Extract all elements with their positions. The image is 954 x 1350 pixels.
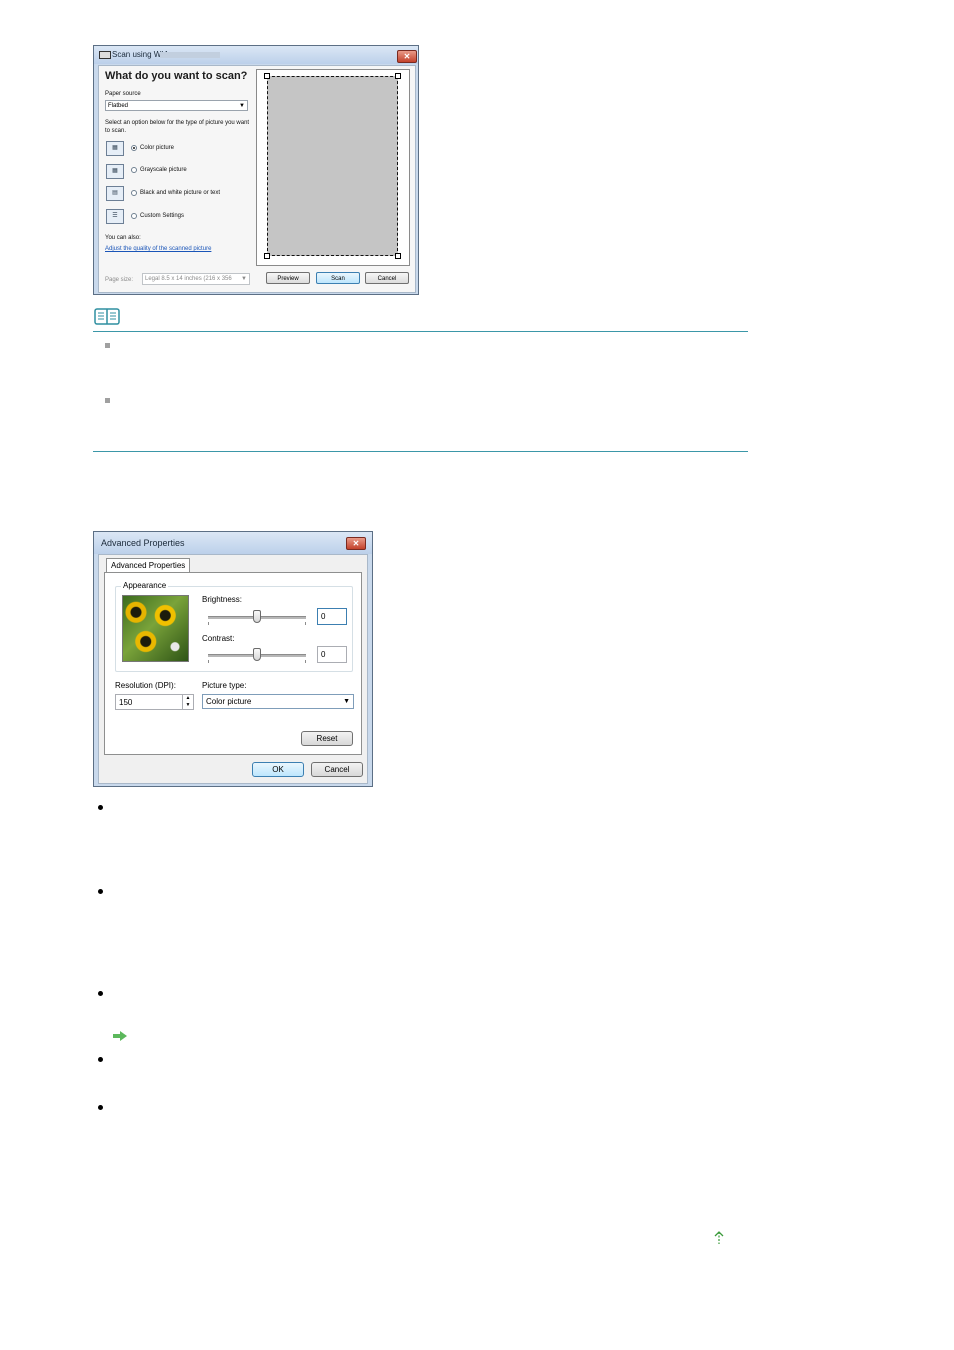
contrast-tick-min <box>208 660 209 663</box>
custom-settings-icon[interactable]: ☰ <box>106 209 124 224</box>
custom-settings-radio[interactable] <box>131 213 137 219</box>
chevron-down-icon: ▼ <box>239 103 245 109</box>
preview-area[interactable] <box>256 69 410 266</box>
option-label-grayscale[interactable]: Grayscale picture <box>140 166 187 174</box>
contrast-label: Contrast: <box>202 634 235 643</box>
chevron-down-icon: ▼ <box>343 698 350 705</box>
advanced-dialog-titlebar: Advanced Properties ✕ <box>94 532 372 554</box>
green-arrow-icon[interactable] <box>112 1030 128 1042</box>
bullet-3 <box>98 991 103 996</box>
adjust-quality-link[interactable]: Adjust the quality of the scanned pictur… <box>105 246 211 252</box>
color-picture-radio[interactable] <box>131 145 137 151</box>
scan-dialog-titlebar: Scan using WIA ✕ <box>94 46 418 64</box>
crop-handle-br[interactable] <box>395 253 401 259</box>
bullet-2 <box>98 889 103 894</box>
crop-handle-tl[interactable] <box>264 73 270 79</box>
reset-button[interactable]: Reset <box>301 731 353 746</box>
picture-type-select[interactable]: Color picture ▼ <box>202 694 354 709</box>
also-label: You can also: <box>105 235 141 241</box>
bullet-1 <box>98 805 103 810</box>
close-icon[interactable]: ✕ <box>346 537 366 550</box>
picture-type-label: Picture type: <box>202 681 247 690</box>
page-size-label: Page size: <box>105 277 134 283</box>
grayscale-picture-icon[interactable]: ▦ <box>106 164 124 179</box>
chevron-down-icon: ▼ <box>241 274 247 284</box>
resolution-value: 150 <box>119 698 133 707</box>
scanner-icon <box>99 51 111 59</box>
scan-dialog: Scan using WIA ✕ What do you want to sca… <box>93 45 419 295</box>
option-label-custom[interactable]: Custom Settings <box>140 212 184 220</box>
paper-source-label: Paper source <box>105 91 141 97</box>
scan-instruction: Select an option below for the type of p… <box>105 120 250 134</box>
scan-region[interactable] <box>267 76 398 256</box>
option-label-bw[interactable]: Black and white picture or text <box>140 189 220 197</box>
scan-button[interactable]: Scan <box>316 272 360 284</box>
note-bottom-rule <box>93 451 748 452</box>
crop-handle-tr[interactable] <box>395 73 401 79</box>
page-size-value: Legal 8.5 x 14 inches (216 x 356 <box>145 276 232 282</box>
cancel-button[interactable]: Cancel <box>311 762 363 777</box>
resolution-label: Resolution (DPI): <box>115 681 176 690</box>
brightness-tick-min <box>208 622 209 625</box>
cancel-button[interactable]: Cancel <box>365 272 409 284</box>
resolution-input[interactable]: 150 ▲ ▼ <box>115 694 194 710</box>
page-size-select[interactable]: Legal 8.5 x 14 inches (216 x 356 ▼ <box>142 273 250 285</box>
contrast-slider-thumb[interactable] <box>253 648 261 661</box>
appearance-label: Appearance <box>121 581 169 591</box>
crop-handle-bl[interactable] <box>264 253 270 259</box>
grayscale-picture-radio[interactable] <box>131 167 137 173</box>
bullet-4 <box>98 1057 103 1062</box>
brightness-slider-thumb[interactable] <box>253 610 261 623</box>
advanced-properties-dialog: Advanced Properties ✕ Advanced Propertie… <box>93 531 373 787</box>
note-bullet-1 <box>105 343 110 348</box>
title-obscured-text <box>160 52 220 58</box>
brightness-tick-max <box>305 622 306 625</box>
contrast-tick-max <box>305 660 306 663</box>
bw-text-radio[interactable] <box>131 190 137 196</box>
spinner-up-icon[interactable]: ▲ <box>182 695 193 702</box>
paper-source-select[interactable]: Flatbed ▼ <box>105 100 248 111</box>
tab-advanced-properties[interactable]: Advanced Properties <box>106 558 191 573</box>
brightness-label: Brightness: <box>202 595 243 604</box>
page-top-arrow-icon[interactable] <box>712 1230 726 1246</box>
paper-source-value: Flatbed <box>108 103 129 109</box>
note-top-rule <box>93 331 748 332</box>
ok-button[interactable]: OK <box>252 762 304 777</box>
preview-button[interactable]: Preview <box>266 272 310 284</box>
scan-dialog-body: What do you want to scan? Paper source F… <box>98 65 416 293</box>
contrast-input[interactable]: 0 <box>317 646 347 663</box>
scan-heading: What do you want to scan? <box>105 70 248 82</box>
bw-text-icon[interactable]: ▤ <box>106 186 124 201</box>
tab-panel: Appearance Brightness: 0 Contrast: 0 Res… <box>104 572 362 755</box>
preview-thumbnail <box>122 595 189 662</box>
spinner-down-icon[interactable]: ▼ <box>182 702 193 709</box>
advanced-dialog-title: Advanced Properties <box>101 538 185 548</box>
color-picture-icon[interactable]: ▦ <box>106 141 124 156</box>
advanced-dialog-body: Advanced Properties Appearance Brightnes… <box>98 554 368 784</box>
picture-type-value: Color picture <box>206 697 252 706</box>
note-bullet-2 <box>105 398 110 403</box>
option-label-color[interactable]: Color picture <box>140 144 174 152</box>
close-icon[interactable]: ✕ <box>397 50 417 63</box>
brightness-input[interactable]: 0 <box>317 608 347 625</box>
bullet-5 <box>98 1105 103 1110</box>
note-book-icon <box>94 308 120 325</box>
